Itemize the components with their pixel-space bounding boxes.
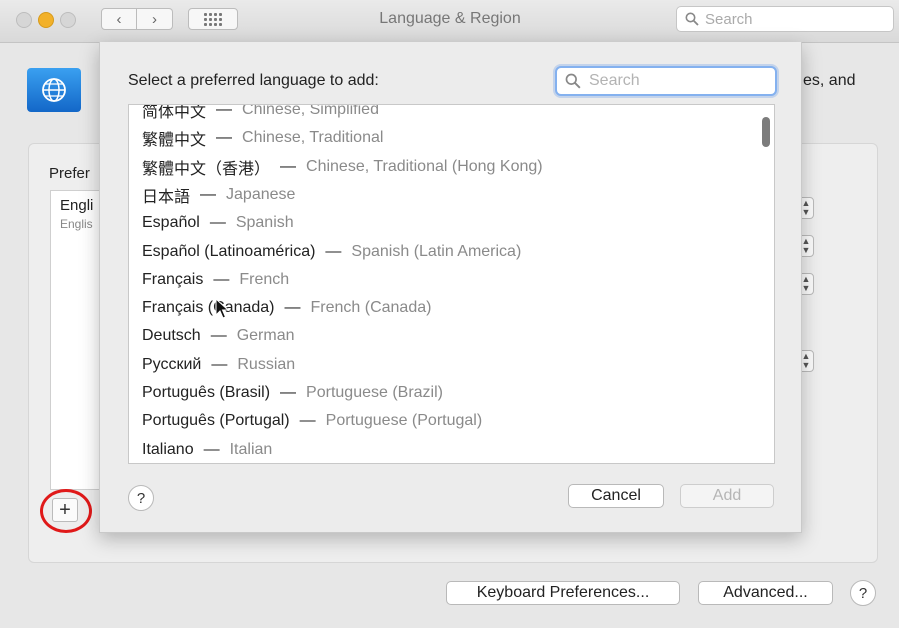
title-bar: ‹ › Language & Region Search <box>0 0 899 43</box>
language-native-name: 繁體中文（香港） <box>142 160 271 178</box>
language-english-name: Russian <box>237 355 296 373</box>
language-list[interactable]: 简体中文 — Chinese, Simplified 繁體中文 — Chinese, Tr… <box>128 104 775 464</box>
language-english-name: Chinese, Traditional (Hong Kong) <box>306 157 543 175</box>
forward-button[interactable]: › <box>137 8 173 30</box>
search-icon <box>685 12 699 26</box>
chevron-left-icon: ‹ <box>116 10 122 28</box>
language-english-name: Japanese <box>226 185 296 203</box>
sheet-title: Select a preferred language to add: <box>128 72 379 89</box>
language-native-name: Français (Canada) <box>142 299 275 317</box>
language-search-placeholder: Search <box>589 72 640 89</box>
preferred-language-subtitle: Englis <box>60 217 93 231</box>
language-english-name: Spanish (Latin America) <box>351 242 522 260</box>
search-placeholder: Search <box>705 10 753 28</box>
list-item[interactable]: Italiano — Italian <box>142 436 273 463</box>
preferences-search-field[interactable]: Search <box>676 6 894 32</box>
language-separator: — <box>203 440 220 458</box>
language-native-name: Português (Brasil) <box>142 384 271 401</box>
language-english-name: French (Canada) <box>310 299 432 317</box>
minimize-window-button[interactable] <box>38 12 54 28</box>
keyboard-preferences-button[interactable]: Keyboard Preferences... <box>446 581 680 605</box>
language-english-name: Portuguese (Portugal) <box>325 412 483 430</box>
language-english-name: French <box>239 270 290 288</box>
list-scrollbar[interactable] <box>762 117 770 147</box>
language-native-name: 简体中文 <box>142 104 207 121</box>
mouse-pointer-icon <box>215 298 229 319</box>
language-english-name: German <box>236 327 295 345</box>
globe-icon <box>42 78 66 102</box>
language-separator: — <box>213 270 230 288</box>
list-item[interactable]: Français (Canada) — French (Canada) <box>142 294 431 322</box>
language-native-name: Español (Latinoamérica) <box>142 242 316 260</box>
language-separator: — <box>325 242 342 260</box>
add-button[interactable]: Add <box>680 484 774 508</box>
advanced-button[interactable]: Advanced... <box>698 581 833 605</box>
show-all-button[interactable] <box>188 8 238 30</box>
list-item[interactable]: 日本語 — Japanese <box>142 181 295 209</box>
list-item[interactable]: 繁體中文（香港） — Chinese, Traditional (Hong Kong… <box>142 153 543 181</box>
list-item[interactable]: Português (Portugal) — Portuguese (Portuga… <box>142 407 482 435</box>
list-item[interactable]: Русский — Russian <box>142 351 295 379</box>
preferred-languages-label: Prefer <box>49 165 90 182</box>
help-button[interactable]: ? <box>850 580 876 606</box>
zoom-window-button[interactable] <box>60 12 76 28</box>
list-item[interactable]: Français — French <box>142 266 289 294</box>
language-native-name: Português (Portugal) <box>142 412 290 430</box>
language-separator: — <box>280 157 297 175</box>
language-separator: — <box>209 214 226 232</box>
show-all-grid-icon <box>204 12 222 26</box>
language-separator: — <box>299 412 316 430</box>
highlight-circle-annotation <box>40 489 92 533</box>
language-english-name: Italian <box>229 440 273 458</box>
back-button[interactable]: ‹ <box>101 8 137 30</box>
list-item[interactable]: Deutsch — German <box>142 322 295 350</box>
language-native-name: 繁體中文 <box>142 132 207 150</box>
language-separator: — <box>216 129 233 147</box>
language-native-name: Italiano <box>142 440 194 458</box>
language-english-name: Chinese, Simplified <box>242 104 379 118</box>
language-english-name: Chinese, Traditional <box>242 129 384 147</box>
list-item[interactable]: 简体中文 — Chinese, Simplified <box>142 104 379 124</box>
globe-flag-icon <box>27 68 81 112</box>
chevron-right-icon: › <box>152 10 157 28</box>
language-english-name: Portuguese (Brazil) <box>306 384 443 401</box>
list-item[interactable]: Español — Spanish <box>142 209 294 237</box>
language-native-name: Русский <box>142 355 202 373</box>
language-native-name: Deutsch <box>142 327 201 345</box>
cancel-button[interactable]: Cancel <box>568 484 664 508</box>
language-native-name: Français <box>142 270 204 288</box>
language-search-input[interactable]: Search <box>555 66 777 96</box>
language-separator: — <box>280 384 297 401</box>
add-language-sheet: Select a preferred language to add: Sear… <box>99 42 802 533</box>
language-native-name: Español <box>142 214 200 232</box>
window-title: Language & Region <box>379 10 521 27</box>
language-native-name: 日本語 <box>142 188 191 206</box>
sheet-help-button[interactable]: ? <box>128 485 154 511</box>
language-english-name: Spanish <box>235 214 294 232</box>
close-window-button[interactable] <box>16 12 32 28</box>
language-separator: — <box>216 104 233 118</box>
preferred-language-item[interactable]: Engli <box>60 197 93 214</box>
header-description-partial: es, and <box>803 72 856 89</box>
language-separator: — <box>211 355 228 373</box>
language-separator: — <box>284 299 301 317</box>
language-separator: — <box>210 327 227 345</box>
list-item[interactable]: 繁體中文 — Chinese, Traditional <box>142 124 383 152</box>
list-item[interactable]: Português (Brasil) — Portuguese (Brazil) <box>142 379 443 407</box>
list-item[interactable]: Español (Latinoamérica) — Spanish (Latin A… <box>142 238 521 266</box>
language-separator: — <box>200 185 217 203</box>
search-icon <box>565 73 581 89</box>
